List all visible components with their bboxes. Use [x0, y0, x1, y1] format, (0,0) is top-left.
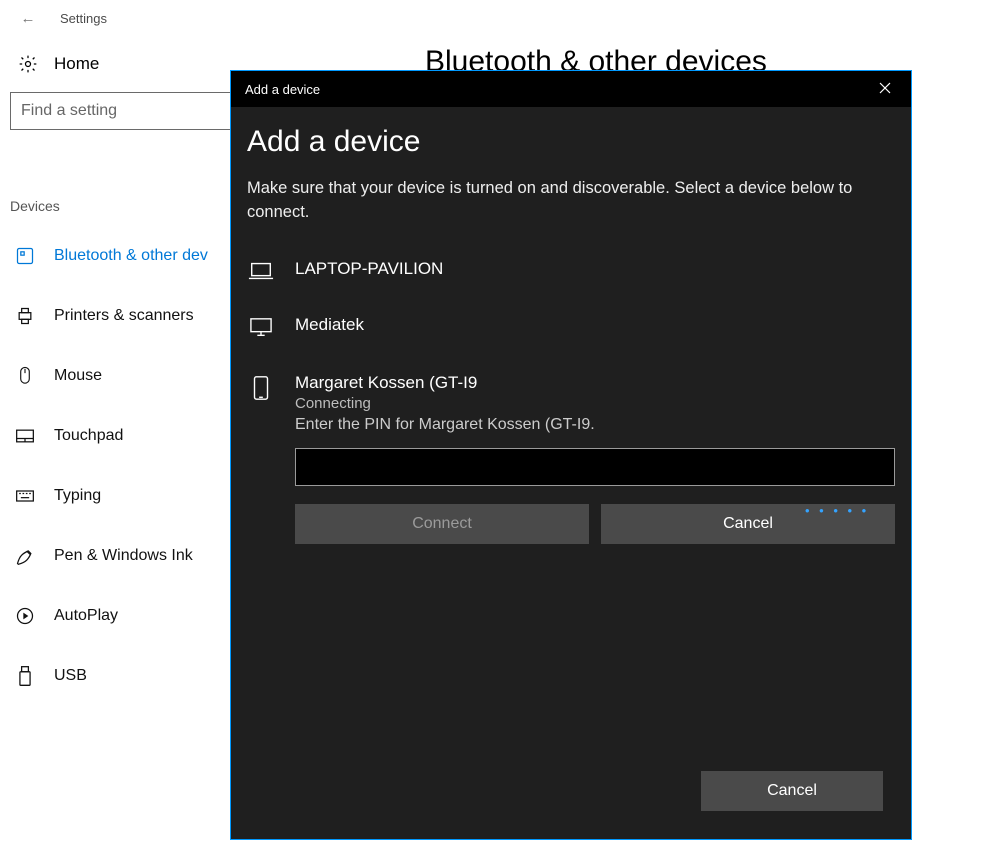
gear-icon [16, 52, 40, 76]
connect-button[interactable]: Connect [295, 504, 589, 544]
loading-dots-icon: • • • • • [805, 503, 869, 518]
sidebar-item-label: USB [54, 667, 87, 685]
touchpad-icon [14, 428, 36, 444]
bluetooth-tile-icon [14, 246, 36, 266]
sidebar-item-label: Bluetooth & other dev [54, 247, 208, 265]
mouse-icon [14, 366, 36, 386]
device-name: Mediatek [295, 315, 364, 335]
phone-icon [247, 373, 275, 401]
window-title: Settings [60, 11, 107, 26]
usb-icon [14, 665, 36, 687]
device-name: Margaret Kossen (GT-I9 [295, 373, 477, 393]
sidebar-item-label: AutoPlay [54, 607, 118, 625]
pen-icon [14, 546, 36, 566]
search-placeholder: Find a setting [21, 102, 117, 120]
settings-top-bar: ← Settings [0, 0, 1006, 36]
home-label: Home [54, 54, 99, 74]
sidebar-item-label: Printers & scanners [54, 307, 194, 325]
pin-prompt: Enter the PIN for Margaret Kossen (GT-I9… [295, 416, 895, 434]
device-row-connecting[interactable]: Margaret Kossen (GT-I9 Connecting [247, 363, 895, 416]
close-icon[interactable] [873, 77, 897, 102]
dialog-title-bar: Add a device [231, 71, 911, 107]
device-name: LAPTOP-PAVILION [295, 259, 443, 279]
device-row-desktop[interactable]: Mediatek [247, 305, 895, 363]
device-row-laptop[interactable]: LAPTOP-PAVILION [247, 249, 895, 305]
sidebar-item-label: Mouse [54, 367, 102, 385]
sidebar-item-label: Touchpad [54, 427, 123, 445]
laptop-icon [247, 259, 275, 281]
device-status: Connecting [295, 395, 477, 412]
desktop-icon [247, 315, 275, 339]
dialog-subtext: Make sure that your device is turned on … [247, 177, 895, 225]
cancel-button[interactable]: Cancel [701, 771, 883, 811]
sidebar-item-label: Typing [54, 487, 101, 505]
add-device-dialog: Add a device Add a device Make sure that… [230, 70, 912, 840]
autoplay-icon [14, 606, 36, 626]
keyboard-icon [14, 489, 36, 503]
sidebar-item-label: Pen & Windows Ink [54, 547, 193, 565]
pin-input[interactable] [295, 448, 895, 486]
dialog-bar-title: Add a device [245, 82, 320, 97]
back-icon[interactable]: ← [18, 10, 38, 27]
printer-icon [14, 306, 36, 326]
dialog-heading: Add a device [247, 125, 895, 159]
